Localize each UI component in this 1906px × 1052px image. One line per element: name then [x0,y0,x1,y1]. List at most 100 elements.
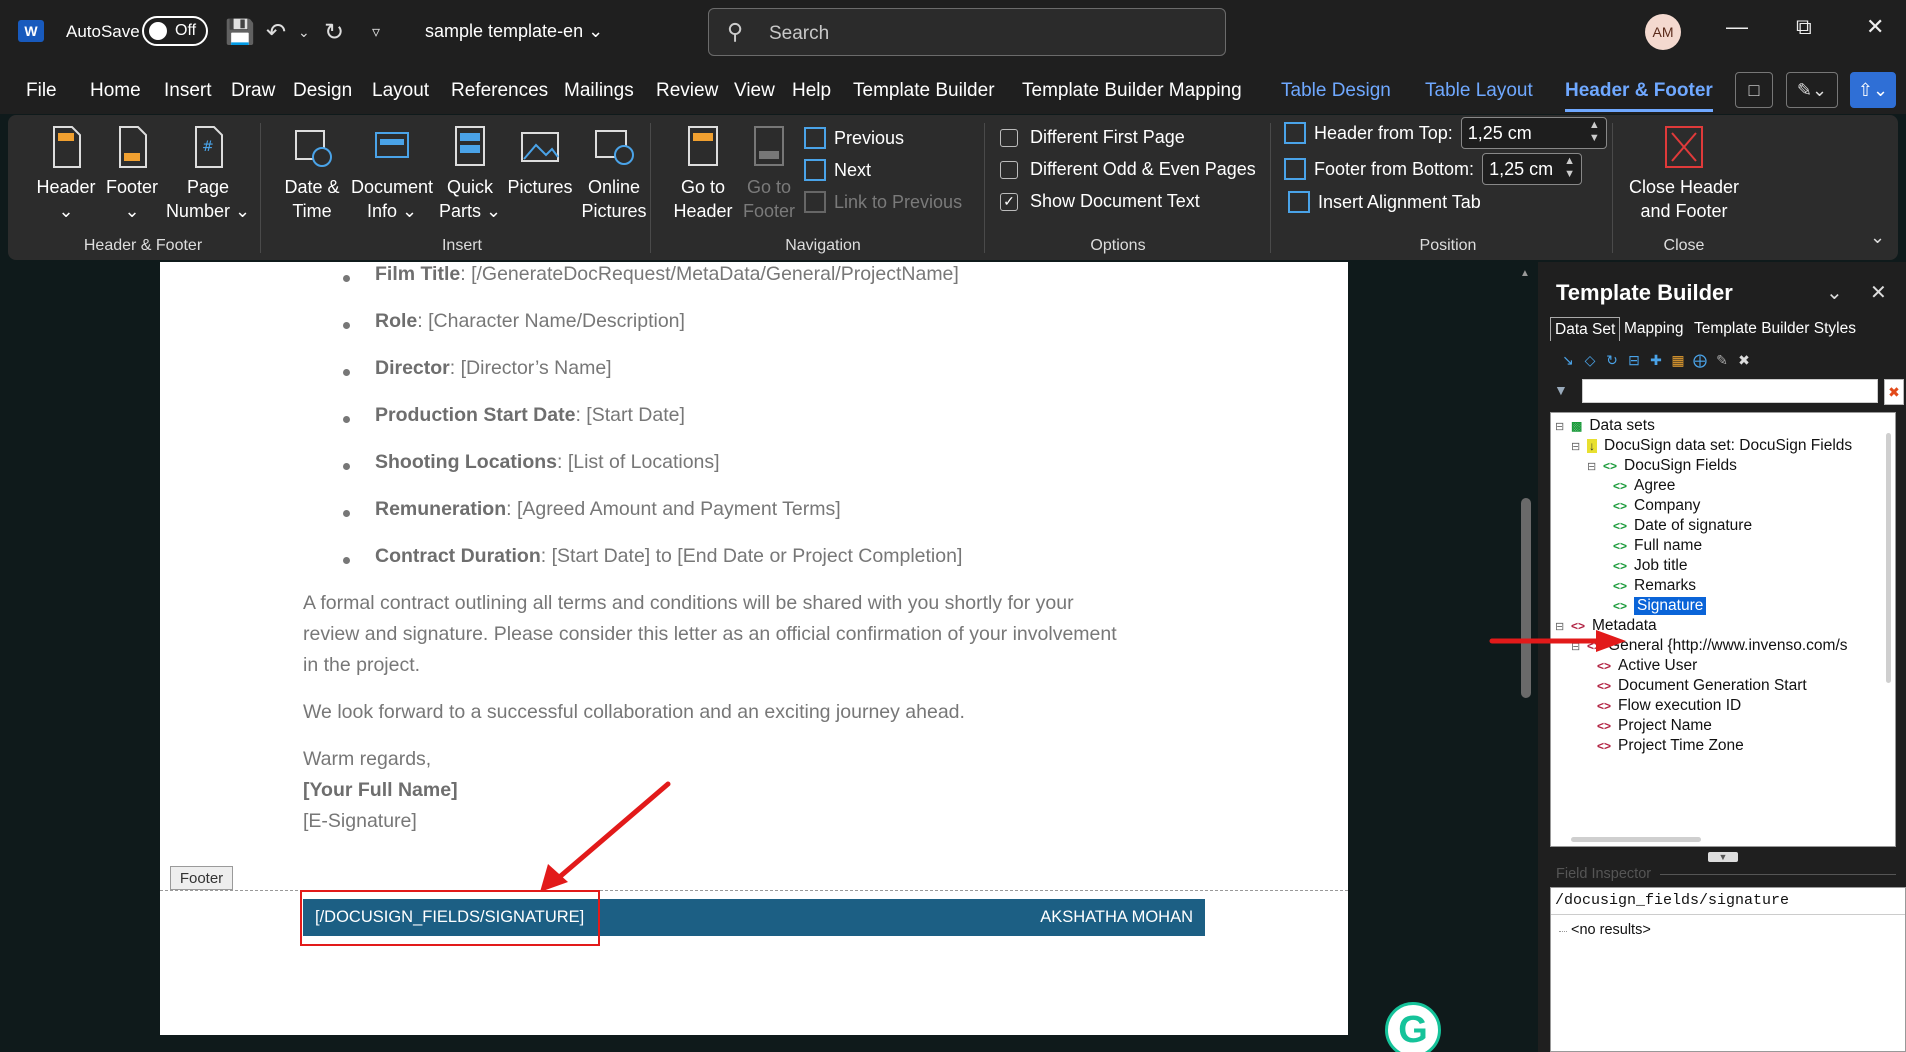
tree-node[interactable]: <> Remarks [1613,575,1696,597]
save-icon[interactable]: 💾 [225,18,255,47]
tab-help[interactable]: Help [792,80,831,102]
redo-icon[interactable]: ↻ [324,18,344,47]
tree-node-selected[interactable]: <> Signature [1613,595,1707,617]
tab-draw[interactable]: Draw [231,80,275,102]
tab-table-layout[interactable]: Table Layout [1425,80,1533,102]
pane-splitter[interactable]: ▼ [1708,852,1738,862]
tree-node[interactable]: <> Agree [1613,475,1675,497]
comments-icon[interactable]: □ [1735,72,1773,108]
collapse-icon[interactable]: ⊟ [1626,352,1642,368]
tab-file[interactable]: File [26,80,57,102]
different-first-page-checkbox[interactable]: Different First Page [1000,127,1185,148]
tab-data-set[interactable]: Data Set [1550,317,1621,341]
tab-table-design[interactable]: Table Design [1281,80,1391,102]
bullet-item[interactable]: Film Title: [/GenerateDocRequest/MetaDat… [375,263,959,286]
name-placeholder[interactable]: [Your Full Name] [303,779,458,802]
customize-qat-icon[interactable]: ▿ [372,22,380,42]
document-info-button[interactable]: Document Info ⌄ [344,125,440,223]
tree-node[interactable]: <> Full name [1613,535,1702,557]
tab-review[interactable]: Review [656,80,718,102]
grammarly-icon[interactable]: G [1385,1002,1441,1052]
tree-node[interactable]: ⊟ ▩ Data sets [1555,415,1655,437]
tab-design[interactable]: Design [293,80,352,102]
tab-references[interactable]: References [451,80,548,102]
editing-mode-icon[interactable]: ✎⌄ [1786,72,1838,108]
search-box[interactable]: ⚲ Search [708,8,1226,56]
tree-node[interactable]: ⊟ <> General {http://www.invenso.com/s [1571,635,1848,657]
tab-template-builder[interactable]: Template Builder [853,80,995,102]
page-number-button[interactable]: # Page Number ⌄ [158,125,258,223]
next-button[interactable]: Next [804,159,871,181]
footer-from-bottom-input[interactable]: 1,25 cm ▲ ▼ [1482,153,1583,185]
bullet-item[interactable]: Contract Duration: [Start Date] to [End … [375,545,962,568]
tab-mapping[interactable]: Mapping [1620,317,1687,341]
share-icon[interactable]: ⇧⌄ [1850,72,1896,108]
collapse-icon[interactable]: ⊟ [1555,620,1565,633]
table-icon[interactable]: ▦ [1670,352,1686,368]
tab-insert[interactable]: Insert [164,80,212,102]
body-paragraph-line[interactable]: review and signature. Please consider th… [303,623,1117,646]
tab-template-builder-styles[interactable]: Template Builder Styles [1690,317,1860,341]
undo-icon[interactable]: ↶ [266,18,286,47]
document-title[interactable]: sample template-en ⌄ [425,21,603,42]
different-odd-even-checkbox[interactable]: Different Odd & Even Pages [1000,159,1256,180]
close-pane-icon[interactable]: ✕ [1870,280,1887,305]
tree-node[interactable]: <> Flow execution ID [1597,695,1741,717]
spinner-arrows-icon[interactable]: ▲ ▼ [1564,155,1575,181]
close-header-footer-button[interactable]: Close Header and Footer [1622,125,1746,223]
edit-icon[interactable]: ✎ [1714,352,1730,368]
bullet-item[interactable]: Remuneration: [Agreed Amount and Payment… [375,498,841,521]
add-data-set-icon[interactable]: ✚ [1648,352,1664,368]
avatar[interactable]: AM [1645,14,1681,50]
tree-node[interactable]: <> Active User [1597,655,1697,677]
clear-filter-icon[interactable]: ✖ [1884,379,1904,405]
tree-node[interactable]: <> Job title [1613,555,1687,577]
go-to-footer-button[interactable]: Go to Footer [726,125,812,223]
insert-alignment-tab-button[interactable]: Insert Alignment Tab [1288,191,1481,213]
tree-horizontal-scrollbar[interactable] [1571,837,1871,843]
tab-home[interactable]: Home [90,80,141,102]
document-scrollbar[interactable]: ▲ [1520,262,1532,1052]
body-paragraph-line[interactable]: in the project. [303,654,420,677]
refresh-icon[interactable]: ↻ [1604,352,1620,368]
spinner-arrows-icon[interactable]: ▲ ▼ [1589,119,1600,145]
link-to-previous-button[interactable]: Link to Previous [804,191,962,213]
body-paragraph[interactable]: We look forward to a successful collabor… [303,701,965,724]
collapse-icon[interactable]: ⊟ [1571,440,1581,453]
header-from-top-input[interactable]: 1,25 cm ▲ ▼ [1460,117,1607,149]
previous-button[interactable]: Previous [804,127,904,149]
collapse-icon[interactable]: ⊟ [1587,460,1597,473]
close-window-icon[interactable]: ✕ [1866,14,1884,40]
tree-scrollbar[interactable] [1885,423,1893,753]
delete-icon[interactable]: ✖ [1736,352,1752,368]
tree-node[interactable]: <> Date of signature [1613,515,1752,537]
minimize-icon[interactable]: — [1726,14,1748,40]
tree-node[interactable]: ⊟ ↓ DocuSign data set: DocuSign Fields [1571,435,1852,457]
tree-node[interactable]: ⊟ <> DocuSign Fields [1587,455,1737,477]
add-node-icon[interactable]: ⨁ [1692,352,1708,368]
body-paragraph-line[interactable]: A formal contract outlining all terms an… [303,592,1074,615]
footer-name[interactable]: AKSHATHA MOHAN [1040,908,1193,927]
date-time-button[interactable]: Date & Time [270,125,354,223]
bullet-item[interactable]: Production Start Date: [Start Date] [375,404,685,427]
online-pictures-button[interactable]: Online Pictures [568,125,660,223]
bullet-item[interactable]: Shooting Locations: [List of Locations] [375,451,720,474]
field-inspector-path[interactable]: /docusign_fields/signature [1555,892,1789,909]
scrollbar-thumb[interactable] [1886,433,1891,683]
scrollbar-thumb[interactable] [1571,837,1701,842]
tab-mailings[interactable]: Mailings [564,80,634,102]
collapse-icon[interactable]: ⊟ [1571,640,1581,653]
tab-template-builder-mapping[interactable]: Template Builder Mapping [1022,80,1242,102]
esignature-placeholder[interactable]: [E-Signature] [303,810,417,833]
undo-dropdown-icon[interactable]: ⌄ [298,24,310,41]
filter-input[interactable] [1582,379,1878,403]
bullet-item[interactable]: Director: [Director’s Name] [375,357,612,380]
tree-node[interactable]: ⊟ <> Metadata [1555,615,1657,637]
scroll-up-icon[interactable]: ▲ [1520,268,1530,279]
show-document-text-checkbox[interactable]: ✓ Show Document Text [1000,191,1200,212]
insert-condition-icon[interactable]: ◇ [1582,352,1598,368]
tree-node[interactable]: <> Company [1613,495,1700,517]
collapse-ribbon-icon[interactable]: ⌄ [1870,227,1885,248]
tree-node[interactable]: <> Project Time Zone [1597,735,1744,757]
pane-options-icon[interactable]: ⌄ [1826,280,1843,305]
